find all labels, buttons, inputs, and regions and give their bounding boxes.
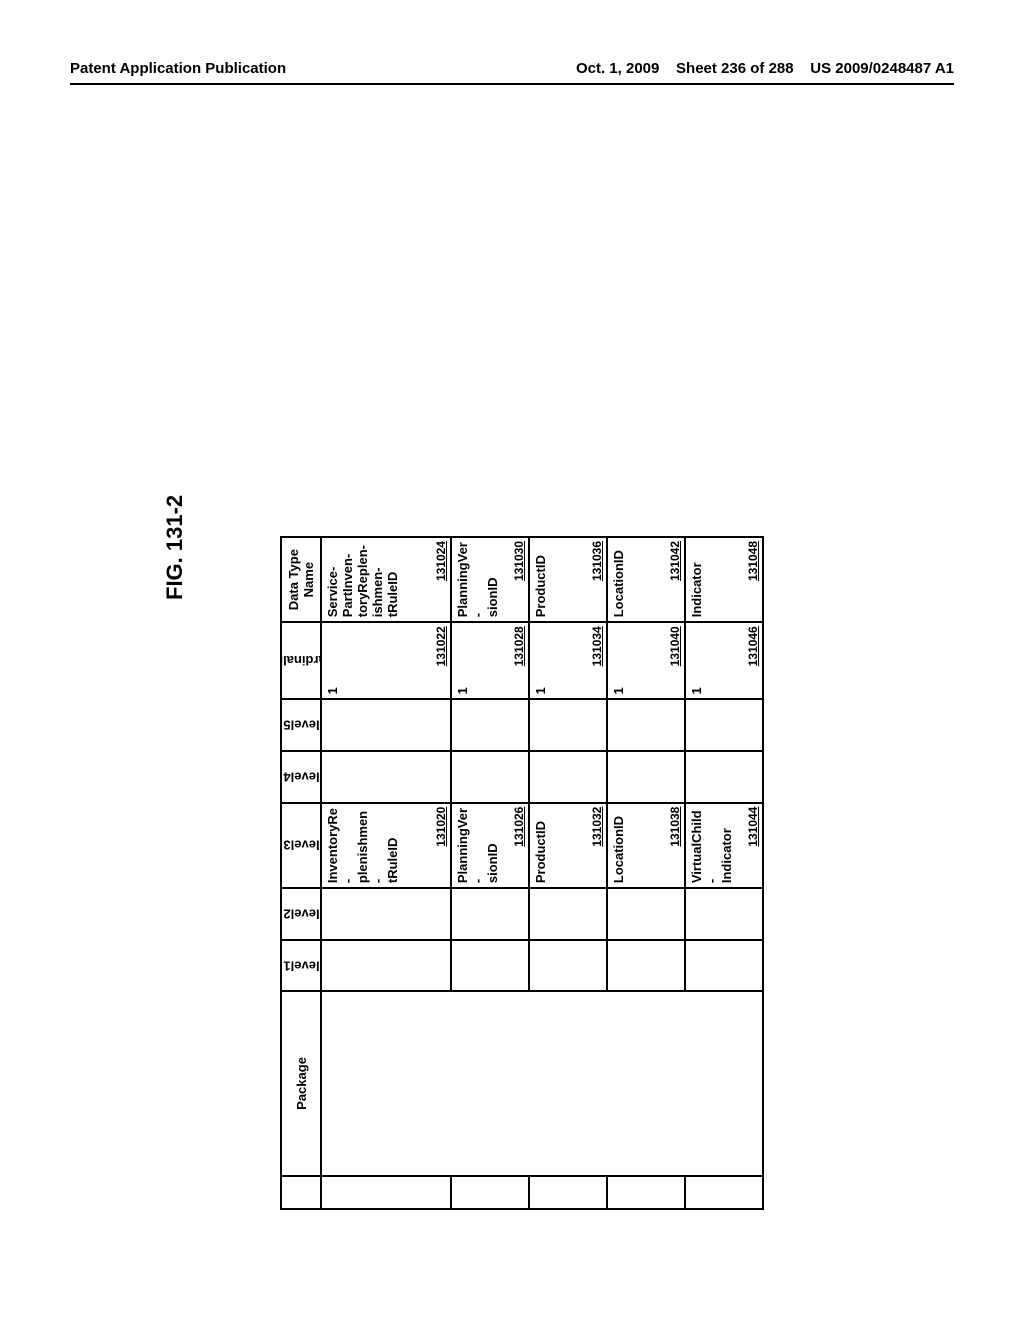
cell-level4 bbox=[607, 751, 685, 803]
cell-level4 bbox=[685, 751, 763, 803]
cell-level5 bbox=[529, 699, 607, 751]
cell-blank bbox=[685, 1176, 763, 1209]
col-datatype: Data Type Name bbox=[281, 537, 321, 622]
col-level1: level1 bbox=[281, 940, 321, 992]
table-header-row: Package level1 level2 level3 level4 leve… bbox=[281, 537, 321, 1209]
cell-level5 bbox=[321, 699, 451, 751]
cell-level2 bbox=[685, 888, 763, 940]
cell-level5 bbox=[451, 699, 529, 751]
col-level5: level5 bbox=[281, 699, 321, 751]
cell-blank bbox=[321, 1176, 451, 1209]
table-row: InventoryRe-plenishmen-tRuleID 131020 1 … bbox=[321, 537, 451, 1209]
cell-level1 bbox=[321, 940, 451, 992]
col-cardinality: Cardinality bbox=[281, 622, 321, 699]
cell-level1 bbox=[451, 940, 529, 992]
cell-level3: VirtualChild-Indicator 131044 bbox=[685, 803, 763, 888]
cell-level4 bbox=[321, 751, 451, 803]
cell-level1 bbox=[685, 940, 763, 992]
cell-cardinality: 1 131046 bbox=[685, 622, 763, 699]
cell-datatype: Service-PartInven-toryReplen-ishmen-tRul… bbox=[321, 537, 451, 622]
cell-level3: InventoryRe-plenishmen-tRuleID 131020 bbox=[321, 803, 451, 888]
cell-datatype: LocationID 131042 bbox=[607, 537, 685, 622]
header-pubno: US 2009/0248487 A1 bbox=[810, 60, 954, 77]
cell-blank bbox=[529, 1176, 607, 1209]
cell-level3: ProductID 131032 bbox=[529, 803, 607, 888]
cell-cardinality: 1 131022 bbox=[321, 622, 451, 699]
cell-level5 bbox=[685, 699, 763, 751]
cell-level3: PlanningVer-sionID 131026 bbox=[451, 803, 529, 888]
figure-table-wrap: Package level1 level2 level3 level4 leve… bbox=[280, 536, 764, 1210]
col-package: Package bbox=[281, 991, 321, 1175]
col-level3: level3 bbox=[281, 803, 321, 888]
col-blank bbox=[281, 1176, 321, 1209]
cell-datatype: Indicator 131048 bbox=[685, 537, 763, 622]
cell-level2 bbox=[451, 888, 529, 940]
figure-label: FIG. 131-2 bbox=[162, 495, 188, 600]
cell-cardinality: 1 131040 bbox=[607, 622, 685, 699]
header-left: Patent Application Publication bbox=[70, 60, 286, 77]
col-level4: level4 bbox=[281, 751, 321, 803]
cell-level4 bbox=[451, 751, 529, 803]
header-date: Oct. 1, 2009 bbox=[576, 60, 659, 77]
publication-header: Patent Application Publication Oct. 1, 2… bbox=[70, 60, 954, 85]
cell-blank bbox=[451, 1176, 529, 1209]
cell-blank bbox=[607, 1176, 685, 1209]
header-right: Oct. 1, 2009 Sheet 236 of 288 US 2009/02… bbox=[576, 60, 954, 77]
cell-level2 bbox=[607, 888, 685, 940]
col-level2: level2 bbox=[281, 888, 321, 940]
cell-level1 bbox=[607, 940, 685, 992]
cell-datatype: PlanningVer-sionID 131030 bbox=[451, 537, 529, 622]
cell-level2 bbox=[529, 888, 607, 940]
cell-level4 bbox=[529, 751, 607, 803]
cell-level3: LocationID 131038 bbox=[607, 803, 685, 888]
cell-cardinality: 1 131034 bbox=[529, 622, 607, 699]
figure-table: Package level1 level2 level3 level4 leve… bbox=[280, 536, 764, 1210]
cell-level2 bbox=[321, 888, 451, 940]
cell-datatype: ProductID 131036 bbox=[529, 537, 607, 622]
cell-level5 bbox=[607, 699, 685, 751]
header-sheet: Sheet 236 of 288 bbox=[676, 60, 794, 77]
cell-cardinality: 1 131028 bbox=[451, 622, 529, 699]
cell-level1 bbox=[529, 940, 607, 992]
cell-package bbox=[321, 991, 763, 1175]
